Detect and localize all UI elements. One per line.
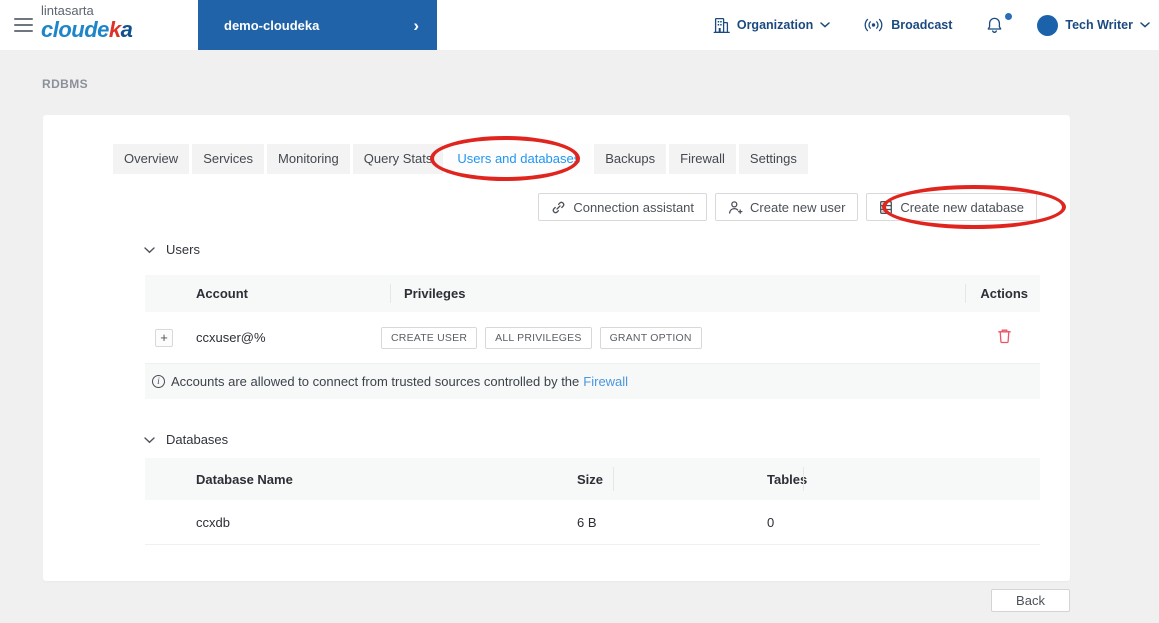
firewall-note: i Accounts are allowed to connect from t… (145, 364, 1040, 399)
info-icon: i (152, 375, 165, 388)
privileges-column-header: Privileges (404, 286, 466, 301)
databases-table: Database Name Size Tables ccxdb 6 B 0 (145, 458, 1040, 545)
broadcast-button[interactable]: Broadcast (863, 18, 952, 32)
databases-table-header: Database Name Size Tables (145, 458, 1040, 500)
users-table-header: Account Privileges Actions (145, 275, 1040, 312)
chevron-down-icon (820, 22, 830, 28)
tab-backups[interactable]: Backups (594, 144, 667, 174)
connection-assistant-button[interactable]: Connection assistant (538, 193, 708, 221)
firewall-link[interactable]: Firewall (583, 374, 628, 389)
tab-monitoring[interactable]: Monitoring (267, 144, 350, 174)
account-column-header: Account (196, 286, 248, 301)
breadcrumb: RDBMS (42, 77, 88, 91)
database-icon (879, 200, 893, 215)
tab-users-and-databases[interactable]: Users and databases (446, 144, 592, 174)
privilege-chip: GRANT OPTION (599, 326, 702, 349)
header-divider (965, 284, 966, 303)
database-name-column-header: Database Name (196, 471, 293, 487)
broadcast-icon (863, 18, 884, 32)
expand-row-button[interactable]: + (155, 328, 173, 347)
notification-badge (1005, 12, 1013, 20)
avatar (1037, 14, 1059, 36)
tab-firewall[interactable]: Firewall (669, 144, 736, 174)
users-table: Account Privileges Actions + ccxuser@% C… (145, 275, 1040, 399)
privilege-chip: CREATE USER (381, 326, 478, 349)
privilege-chip: ALL PRIVILEGES (485, 326, 592, 349)
back-button[interactable]: Back (991, 589, 1070, 612)
menu-icon[interactable] (14, 18, 33, 32)
logo[interactable]: lintasarta cloudeka (41, 3, 133, 42)
bell-icon (985, 16, 1004, 35)
broadcast-label: Broadcast (891, 18, 953, 32)
user-row: + ccxuser@% CREATE USER ALL PRIVILEGES G… (145, 312, 1040, 364)
create-new-user-button[interactable]: Create new user (715, 193, 859, 221)
content-card: Overview Services Monitoring Query Stats… (43, 115, 1070, 581)
databases-section-toggle[interactable]: Databases (144, 432, 228, 447)
project-name: demo-cloudeka (224, 17, 320, 33)
tab-services[interactable]: Services (192, 144, 265, 174)
organization-label: Organization (736, 18, 814, 32)
header-divider (803, 467, 804, 491)
user-add-icon (728, 200, 743, 215)
user-name-label: Tech Writer (1065, 18, 1133, 32)
chevron-down-icon (144, 242, 155, 257)
trash-icon (997, 328, 1012, 347)
tables-cell: 0 (767, 514, 775, 530)
create-new-database-label: Create new database (900, 199, 1024, 215)
database-name-cell: ccxdb (196, 514, 230, 530)
users-section-title: Users (166, 242, 200, 257)
firewall-note-text: Accounts are allowed to connect from tru… (171, 374, 580, 389)
header-divider (613, 467, 614, 491)
project-selector[interactable]: demo-cloudeka › (198, 0, 437, 50)
delete-user-button[interactable] (995, 326, 1014, 349)
notifications-button[interactable] (985, 12, 1013, 35)
chevron-right-icon: › (413, 15, 419, 35)
logo-brand-dark: a (120, 16, 133, 42)
organization-menu[interactable]: Organization (713, 17, 830, 34)
organization-icon (713, 17, 730, 34)
logo-brand-blue: cloude (41, 16, 109, 42)
chevron-down-icon (1140, 22, 1150, 28)
users-section-toggle[interactable]: Users (144, 242, 200, 257)
tab-overview[interactable]: Overview (113, 144, 190, 174)
size-cell: 6 B (577, 514, 597, 530)
connection-icon (551, 200, 566, 215)
tab-bar: Overview Services Monitoring Query Stats… (113, 144, 808, 174)
actions-column-header: Actions (980, 286, 1028, 301)
size-column-header: Size (577, 471, 604, 487)
create-new-user-label: Create new user (750, 199, 846, 215)
privileges-cell: CREATE USER ALL PRIVILEGES GRANT OPTION (381, 326, 702, 349)
account-cell: ccxuser@% (196, 330, 266, 345)
logo-brand-red: k (108, 16, 121, 42)
tab-settings[interactable]: Settings (738, 144, 808, 174)
tab-query-stats[interactable]: Query Stats (352, 144, 444, 174)
logo-lintasarta-text: lintasarta (41, 3, 94, 18)
tables-column-header: Tables (767, 471, 808, 487)
top-bar: lintasarta cloudeka demo-cloudeka › Orga… (0, 0, 1159, 50)
logo-cloudeka-text: cloudeka (41, 16, 133, 42)
top-nav: Organization Broadcast Tech Writer (713, 0, 1150, 50)
user-menu[interactable]: Tech Writer (1037, 14, 1150, 36)
databases-section-title: Databases (166, 432, 229, 447)
create-new-database-button[interactable]: Create new database (866, 193, 1037, 221)
database-row: ccxdb 6 B 0 (145, 500, 1040, 545)
connection-assistant-label: Connection assistant (573, 199, 695, 215)
toolbar: Connection assistant Create new user Cre… (538, 193, 1037, 221)
chevron-down-icon (144, 432, 155, 447)
header-divider (390, 284, 391, 303)
